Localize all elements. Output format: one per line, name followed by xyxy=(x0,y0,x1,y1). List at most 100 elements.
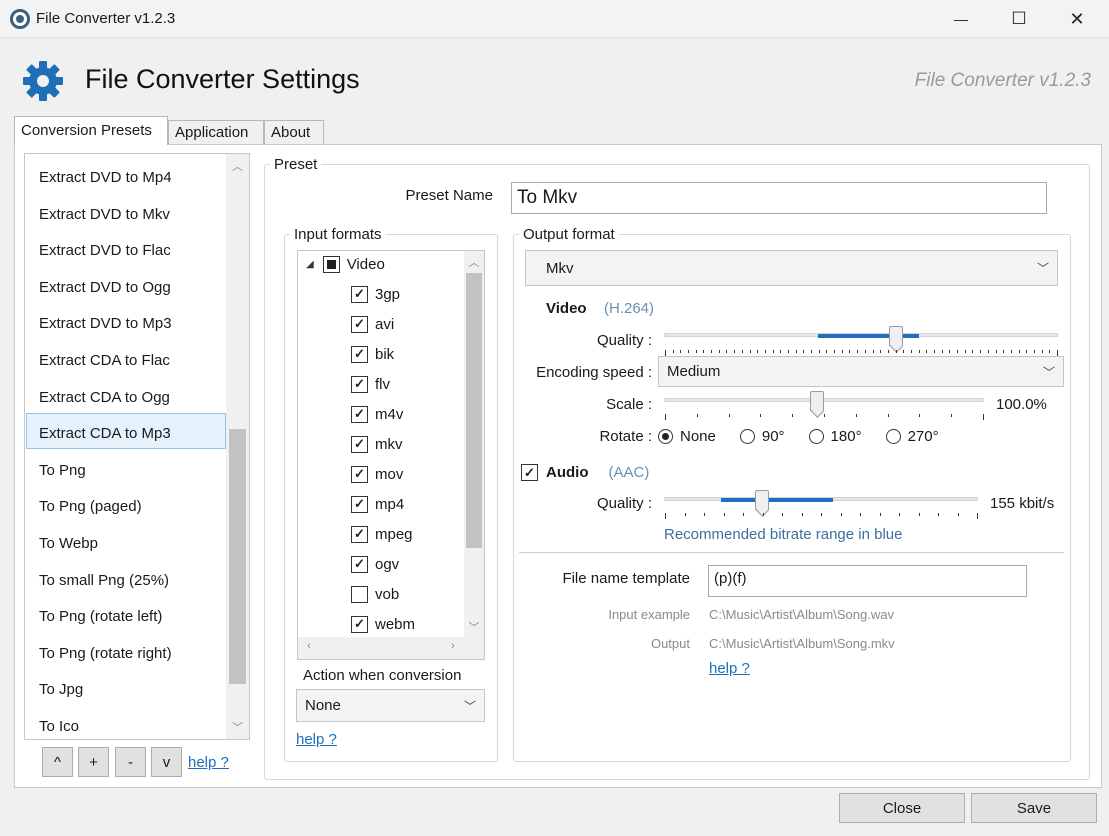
rotate-option-label: None xyxy=(680,428,716,445)
audio-toggle[interactable]: ✓ Audio (AAC) xyxy=(521,464,649,481)
format-item[interactable]: vob xyxy=(351,582,399,606)
tab-about[interactable]: About xyxy=(264,120,324,144)
preset-list-item[interactable]: To Png xyxy=(26,450,226,486)
rotate-270-radio[interactable]: 270° xyxy=(885,428,939,445)
checked-checkbox-icon[interactable]: ✓ xyxy=(351,525,368,543)
checked-checkbox-icon[interactable]: ✓ xyxy=(351,555,368,573)
video-quality-slider[interactable] xyxy=(664,326,1058,356)
rotate-180-radio[interactable]: 180° xyxy=(808,428,862,445)
video-category-checkbox[interactable] xyxy=(322,255,340,273)
preset-list[interactable]: Extract DVD to Mp4 Extract DVD to Mkv Extr… xyxy=(24,153,250,740)
close-icon: ✕ xyxy=(1069,8,1085,29)
format-item[interactable]: ✓ ogv xyxy=(351,552,399,576)
format-item[interactable]: ✓ m4v xyxy=(351,402,403,426)
audio-checkbox[interactable]: ✓ xyxy=(521,464,538,481)
format-item[interactable]: ✓ flv xyxy=(351,372,390,396)
preset-list-scrollbar[interactable]: ︿ ﹀ xyxy=(226,154,249,739)
checked-checkbox-icon[interactable]: ✓ xyxy=(351,615,368,633)
checked-checkbox-icon[interactable]: ✓ xyxy=(351,465,368,483)
formats-hscrollbar[interactable]: ‹ › xyxy=(298,637,484,659)
radio-icon[interactable] xyxy=(658,429,673,444)
scale-thumb[interactable] xyxy=(810,391,824,411)
scroll-up-icon[interactable]: ︿ xyxy=(464,254,484,270)
recommended-range xyxy=(818,334,919,338)
format-item[interactable]: ✓ avi xyxy=(351,312,394,336)
minimize-button[interactable]: — xyxy=(932,0,990,38)
preset-name-label: Preset Name xyxy=(405,187,493,204)
preset-list-item[interactable]: To Ico xyxy=(26,706,226,739)
scroll-down-icon[interactable]: ﹀ xyxy=(464,619,484,635)
preset-list-item[interactable]: Extract CDA to Ogg xyxy=(26,377,226,413)
preset-list-item[interactable]: Extract DVD to Mkv xyxy=(26,194,226,230)
preset-list-item[interactable]: To small Png (25%) xyxy=(26,560,226,596)
preset-list-item[interactable]: To Png (rotate right) xyxy=(26,633,226,669)
rotate-none-radio[interactable]: None xyxy=(658,428,716,445)
scrollbar-thumb[interactable] xyxy=(229,429,246,684)
preset-list-item[interactable]: Extract DVD to Mp4 xyxy=(26,157,226,193)
move-up-button[interactable]: ^ xyxy=(42,747,73,777)
close-button[interactable]: Close xyxy=(839,793,965,823)
encoding-speed-select[interactable]: Medium ﹀ xyxy=(658,356,1064,387)
preset-list-item[interactable]: To Png (paged) xyxy=(26,486,226,522)
add-preset-button[interactable]: + xyxy=(78,747,109,777)
preset-list-item[interactable]: To Jpg xyxy=(26,669,226,705)
radio-icon[interactable] xyxy=(885,429,901,444)
video-quality-thumb[interactable] xyxy=(889,326,903,346)
scroll-right-icon[interactable]: › xyxy=(446,640,460,652)
formats-vscrollbar[interactable]: ︿ ﹀ xyxy=(464,251,484,637)
tree-category-video[interactable]: ◢ Video xyxy=(306,252,385,276)
checked-checkbox-icon[interactable]: ✓ xyxy=(351,315,368,333)
format-item[interactable]: ✓ mov xyxy=(351,462,403,486)
output-format-select[interactable]: Mkv ﹀ xyxy=(525,250,1058,286)
checked-checkbox-icon[interactable]: ✓ xyxy=(351,285,368,303)
chevron-down-icon: ﹀ xyxy=(463,699,476,713)
collapse-icon[interactable]: ◢ xyxy=(306,259,314,270)
audio-quality-slider[interactable] xyxy=(664,489,978,519)
format-item[interactable]: ✓ webm xyxy=(351,612,415,636)
format-item[interactable]: ✓ bik xyxy=(351,342,394,366)
checked-checkbox-icon[interactable]: ✓ xyxy=(351,405,368,423)
app-icon xyxy=(10,9,30,29)
action-select[interactable]: None ﹀ xyxy=(296,689,485,722)
scroll-left-icon[interactable]: ‹ xyxy=(302,640,316,652)
preset-name-input[interactable]: To Mkv xyxy=(511,182,1047,214)
rotate-90-radio[interactable]: 90° xyxy=(739,428,785,445)
scroll-up-icon[interactable]: ︿ xyxy=(226,158,249,174)
preset-list-item[interactable]: To Png (rotate left) xyxy=(26,596,226,632)
preset-list-item[interactable]: Extract DVD to Flac xyxy=(26,230,226,266)
scrollbar-thumb[interactable] xyxy=(466,273,482,548)
scale-slider[interactable] xyxy=(664,390,984,420)
preset-list-item[interactable]: Extract DVD to Mp3 xyxy=(26,303,226,339)
radio-icon[interactable] xyxy=(808,429,824,444)
format-item[interactable]: ✓ 3gp xyxy=(351,282,400,306)
checked-checkbox-icon[interactable]: ✓ xyxy=(351,375,368,393)
tab-application[interactable]: Application xyxy=(168,120,264,144)
checked-checkbox-icon[interactable]: ✓ xyxy=(351,345,368,363)
input-help-link[interactable]: help ? xyxy=(296,731,337,748)
input-formats-label: Input formats xyxy=(290,226,386,243)
remove-preset-button[interactable]: - xyxy=(115,747,146,777)
presets-help-link[interactable]: help ? xyxy=(188,754,229,771)
scroll-down-icon[interactable]: ﹀ xyxy=(226,719,249,735)
preset-list-item[interactable]: Extract DVD to Ogg xyxy=(26,267,226,303)
input-formats-tree[interactable]: ◢ Video ✓ 3gp ✓ avi ✓ bik ✓ flv ✓ m4v ✓ mkv ✓ mov ✓ mp4… xyxy=(297,250,485,660)
audio-quality-thumb[interactable] xyxy=(755,490,769,510)
maximize-button[interactable]: ☐ xyxy=(990,0,1048,38)
close-window-button[interactable]: ✕ xyxy=(1048,0,1106,38)
format-item[interactable]: ✓ mkv xyxy=(351,432,403,456)
file-template-input[interactable]: (p)(f) xyxy=(708,565,1027,597)
preset-list-item[interactable]: Extract CDA to Flac xyxy=(26,340,226,376)
preset-list-item[interactable]: Extract CDA to Mp3 xyxy=(26,413,226,450)
move-down-button[interactable]: v xyxy=(151,747,182,777)
output-help-link[interactable]: help ? xyxy=(709,660,750,677)
radio-icon[interactable] xyxy=(739,429,755,444)
preset-list-item[interactable]: To Webp xyxy=(26,523,226,559)
checked-checkbox-icon[interactable]: ✓ xyxy=(351,495,368,513)
format-item[interactable]: ✓ mp4 xyxy=(351,492,404,516)
format-item[interactable]: ✓ mpeg xyxy=(351,522,413,546)
checked-checkbox-icon[interactable]: ✓ xyxy=(351,435,368,453)
tree-category-label: Video xyxy=(346,255,385,273)
unchecked-checkbox-icon[interactable] xyxy=(351,585,368,603)
save-button[interactable]: Save xyxy=(971,793,1097,823)
tab-conversion-presets[interactable]: Conversion Presets xyxy=(14,116,168,145)
